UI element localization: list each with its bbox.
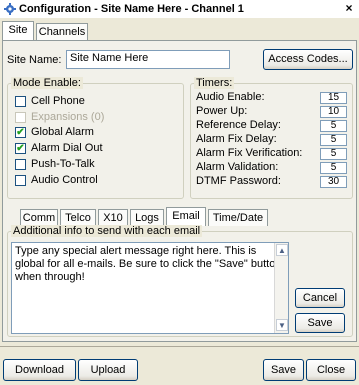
- site-name-label: Site Name:: [7, 54, 62, 66]
- push-to-talk-checkbox[interactable]: [15, 159, 26, 170]
- timers-title: Timers:: [194, 77, 235, 89]
- alarm-fix-delay-field[interactable]: 5: [320, 134, 347, 146]
- tab-telco[interactable]: Telco: [60, 209, 96, 226]
- cell-phone-label: Cell Phone: [31, 95, 85, 107]
- power-up-field[interactable]: 10: [320, 106, 347, 118]
- expansions-checkbox: [15, 112, 26, 123]
- scroll-down-icon[interactable]: ▼: [276, 319, 288, 331]
- alarm-validation-field[interactable]: 5: [320, 162, 347, 174]
- tab-email[interactable]: Email: [166, 207, 206, 226]
- push-to-talk-label: Push-To-Talk: [31, 158, 95, 170]
- audio-enable-field[interactable]: 15: [320, 92, 347, 104]
- tab-x10[interactable]: X10: [98, 209, 128, 226]
- footer-save-button[interactable]: Save: [263, 359, 304, 381]
- tab-time-date[interactable]: Time/Date: [208, 209, 268, 226]
- timer-label: Alarm Validation:: [196, 161, 279, 173]
- title-bar: Configuration - Site Name Here - Channel…: [0, 0, 359, 18]
- timer-label: Reference Delay:: [196, 119, 281, 131]
- email-group-title: Additional info to send with each email: [11, 225, 203, 237]
- timer-label: Alarm Fix Delay:: [196, 133, 277, 145]
- expansions-label: Expansions (0): [31, 111, 105, 123]
- global-alarm-checkbox[interactable]: ✔: [15, 127, 26, 138]
- email-cancel-button[interactable]: Cancel: [295, 288, 345, 308]
- download-button[interactable]: Download: [3, 359, 76, 381]
- close-icon[interactable]: ×: [342, 1, 356, 15]
- tab-logs[interactable]: Logs: [130, 209, 164, 226]
- reference-delay-field[interactable]: 5: [320, 120, 347, 132]
- email-save-button[interactable]: Save: [295, 313, 345, 333]
- email-message-textarea[interactable]: Type any special alert message right her…: [11, 242, 289, 334]
- tab-comm[interactable]: Comm: [20, 209, 58, 226]
- access-codes-button[interactable]: Access Codes...: [263, 49, 353, 70]
- audio-control-label: Audio Control: [31, 174, 98, 186]
- scroll-up-icon[interactable]: ▲: [276, 244, 288, 256]
- timer-label: DTMF Password:: [196, 175, 281, 187]
- site-name-input[interactable]: Site Name Here: [66, 50, 230, 69]
- timer-label: Power Up:: [196, 105, 248, 117]
- tab-site[interactable]: Site: [2, 21, 34, 40]
- footer-divider: [0, 346, 359, 347]
- footer-close-button[interactable]: Close: [306, 359, 356, 381]
- audio-control-checkbox[interactable]: [15, 175, 26, 186]
- textarea-scrollbar[interactable]: ▲ ▼: [274, 243, 288, 333]
- alarm-fix-verification-field[interactable]: 5: [320, 148, 347, 160]
- timer-label: Alarm Fix Verification:: [196, 147, 303, 159]
- mode-enable-title: Mode Enable:: [11, 77, 83, 89]
- dtmf-password-field[interactable]: 30: [320, 176, 347, 188]
- global-alarm-label: Global Alarm: [31, 126, 94, 138]
- upload-button[interactable]: Upload: [78, 359, 138, 381]
- tab-channels[interactable]: Channels: [36, 23, 88, 40]
- alarm-dial-out-checkbox[interactable]: ✔: [15, 143, 26, 154]
- alarm-dial-out-label: Alarm Dial Out: [31, 142, 103, 154]
- window-title: Configuration - Site Name Here - Channel…: [19, 3, 244, 15]
- gear-icon: [4, 3, 16, 15]
- timer-label: Audio Enable:: [196, 91, 265, 103]
- cell-phone-checkbox[interactable]: [15, 96, 26, 107]
